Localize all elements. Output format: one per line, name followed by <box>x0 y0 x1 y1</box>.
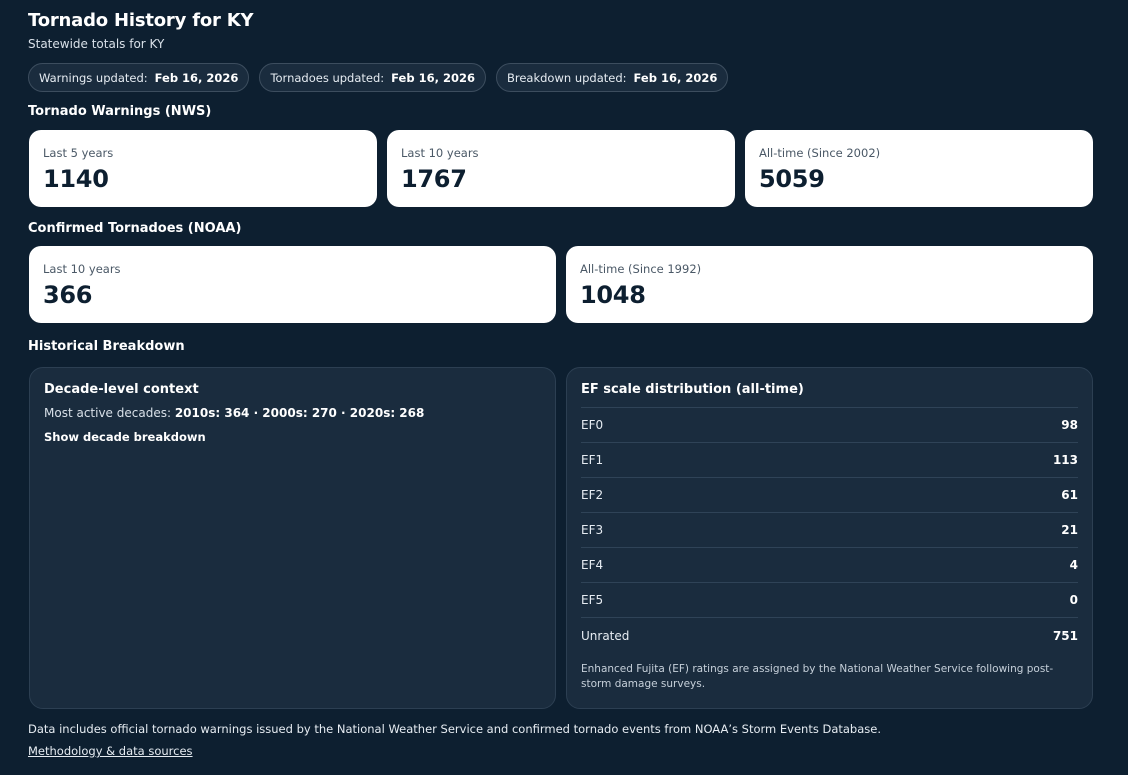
ef-label: EF4 <box>581 558 604 572</box>
stat-card: Last 5 years 1140 <box>29 130 377 207</box>
ef-value: 113 <box>1052 453 1078 467</box>
ef-panel: EF scale distribution (all-time) EF0 98 … <box>566 367 1093 709</box>
stat-label: Last 5 years <box>43 146 114 160</box>
ef-row: EF1 113 <box>581 443 1078 478</box>
decade-summary: Most active decades: 2010s: 364 · 2000s:… <box>44 406 541 420</box>
breakdown-updated-pill: Breakdown updated: Feb 16, 2026 <box>495 63 729 92</box>
ef-label: EF5 <box>581 593 604 607</box>
stat-label: All-time (Since 2002) <box>759 146 881 160</box>
ef-value: 61 <box>1061 488 1078 502</box>
ef-label: EF2 <box>581 488 604 502</box>
ef-row: EF0 98 <box>581 408 1078 443</box>
ef-panel-title: EF scale distribution (all-time) <box>581 382 804 397</box>
page-title: Tornado History for KY <box>28 10 254 31</box>
ef-row: Unrated 751 <box>581 618 1078 653</box>
ef-label: EF3 <box>581 523 604 537</box>
pill-date: Feb 16, 2026 <box>391 70 475 85</box>
warnings-heading: Tornado Warnings (NWS) <box>28 104 212 119</box>
methodology-link[interactable]: Methodology & data sources <box>28 744 193 758</box>
decade-prefix: Most active decades: <box>44 406 175 420</box>
tornadoes-updated-pill: Tornadoes updated: Feb 16, 2026 <box>259 63 486 92</box>
stat-label: Last 10 years <box>43 262 121 276</box>
pill-date: Feb 16, 2026 <box>154 70 239 85</box>
ef-value: 21 <box>1061 523 1078 537</box>
stat-value: 5059 <box>759 165 825 193</box>
stat-card: Last 10 years 1767 <box>387 130 735 207</box>
tornadoes-heading: Confirmed Tornadoes (NOAA) <box>28 221 242 236</box>
ef-value: 4 <box>1069 558 1078 572</box>
footer-disclaimer: Data includes official tornado warnings … <box>28 722 881 736</box>
decade-values: 2010s: 364 · 2000s: 270 · 2020s: 268 <box>174 406 425 420</box>
pill-date: Feb 16, 2026 <box>633 70 718 85</box>
ef-label: EF0 <box>581 418 604 432</box>
stat-card: Last 10 years 366 <box>29 246 556 323</box>
page-subtitle: Statewide totals for KY <box>28 37 165 51</box>
ef-list: EF0 98 EF1 113 EF2 61 EF3 21 EF4 4 EF5 0 <box>581 407 1078 653</box>
warnings-cards: Last 5 years 1140 Last 10 years 1767 All… <box>29 130 1093 207</box>
ef-value: 0 <box>1069 593 1078 607</box>
ef-value: 98 <box>1061 418 1078 432</box>
breakdown-heading: Historical Breakdown <box>28 339 185 354</box>
ef-value: 751 <box>1052 628 1078 643</box>
page: Tornado History for KY Statewide totals … <box>0 0 1128 775</box>
ef-row: EF2 61 <box>581 478 1078 513</box>
warnings-updated-pill: Warnings updated: Feb 16, 2026 <box>28 63 250 92</box>
stat-label: Last 10 years <box>401 146 479 160</box>
pill-label: Tornadoes updated: <box>270 70 385 85</box>
decade-panel-title: Decade-level context <box>44 382 199 397</box>
stat-value: 366 <box>43 281 93 309</box>
show-decade-breakdown-button[interactable]: Show decade breakdown <box>44 430 206 444</box>
ef-label: EF1 <box>581 453 604 467</box>
decade-panel: Decade-level context Most active decades… <box>29 367 556 709</box>
stat-label: All-time (Since 1992) <box>580 262 702 276</box>
stat-value: 1048 <box>580 281 646 309</box>
ef-note: Enhanced Fujita (EF) ratings are assigne… <box>581 663 1054 690</box>
stat-card: All-time (Since 1992) 1048 <box>566 246 1093 323</box>
ef-row: EF5 0 <box>581 583 1078 618</box>
stat-card: All-time (Since 2002) 5059 <box>745 130 1093 207</box>
stat-value: 1767 <box>401 165 467 193</box>
update-pills: Warnings updated: Feb 16, 2026 Tornadoes… <box>28 63 729 92</box>
ef-row: EF3 21 <box>581 513 1078 548</box>
ef-row: EF4 4 <box>581 548 1078 583</box>
pill-label: Warnings updated: <box>39 70 148 85</box>
stat-value: 1140 <box>43 165 109 193</box>
tornadoes-cards: Last 10 years 366 All-time (Since 1992) … <box>29 246 1093 323</box>
ef-label: Unrated <box>581 628 630 643</box>
pill-label: Breakdown updated: <box>506 70 627 85</box>
